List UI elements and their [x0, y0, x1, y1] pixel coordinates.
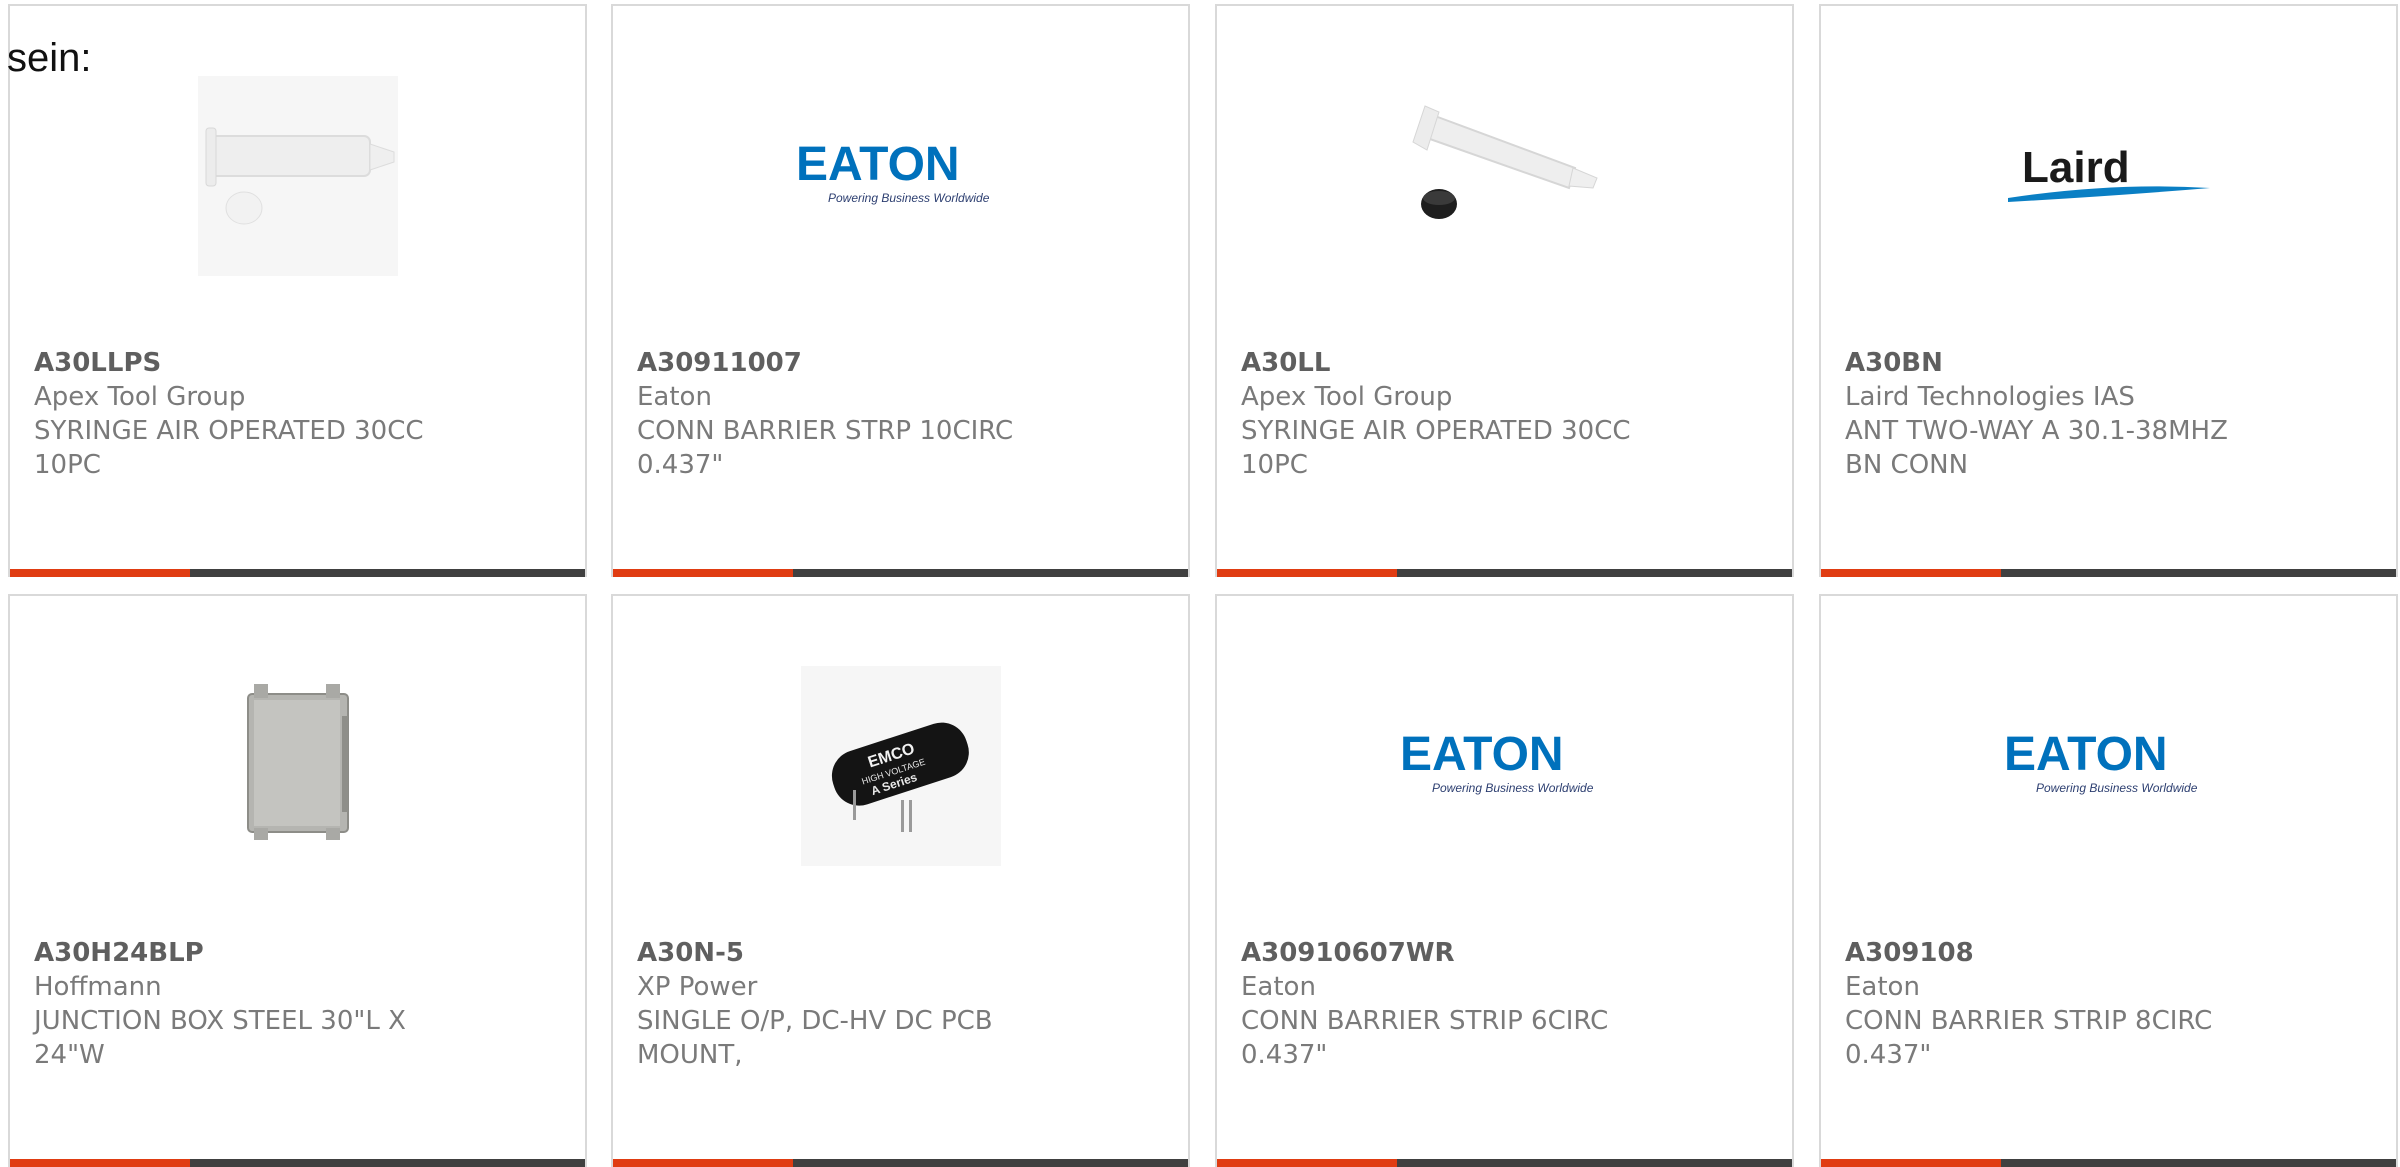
product-card[interactable]: EMCO HIGH VOLTAGE A Series A30N-5 XP Pow…	[611, 594, 1190, 1167]
part-number[interactable]: A30910607WR	[1241, 936, 1768, 970]
card-accent-bar	[10, 1159, 585, 1167]
description: SYRINGE AIR OPERATED 30CC 10PC	[34, 416, 424, 480]
product-card[interactable]: EATON Powering Business Worldwide A30910…	[1819, 594, 2398, 1167]
manufacturer: Laird Technologies IAS	[1845, 382, 2135, 412]
card-accent-bar	[1217, 1159, 1792, 1167]
eaton-tagline: Powering Business Worldwide	[828, 191, 990, 205]
eaton-logo-icon: EATON Powering Business Worldwide	[796, 138, 990, 205]
description: SYRINGE AIR OPERATED 30CC 10PC	[1241, 416, 1631, 480]
eaton-wordmark: EATON	[796, 138, 960, 191]
product-image: EMCO HIGH VOLTAGE A Series	[613, 656, 1188, 876]
product-image	[1217, 66, 1792, 286]
product-card[interactable]: EATON Powering Business Worldwide A30911…	[611, 4, 1190, 577]
part-number[interactable]: A30BN	[1845, 346, 2372, 380]
product-image: EATON Powering Business Worldwide	[613, 66, 1188, 286]
product-card[interactable]: A30LLPS Apex Tool Group SYRINGE AIR OPER…	[8, 4, 587, 577]
part-number[interactable]: A309108	[1845, 936, 2372, 970]
product-image	[10, 66, 585, 286]
card-accent-bar	[10, 569, 585, 577]
eaton-wordmark: EATON	[2004, 728, 2168, 781]
syringe-icon	[1404, 76, 1605, 276]
product-image: EATON Powering Business Worldwide	[1821, 656, 2396, 876]
product-card[interactable]: A30H24BLP Hoffmann JUNCTION BOX STEEL 30…	[8, 594, 587, 1167]
card-accent-bar	[613, 569, 1188, 577]
product-card[interactable]: Laird A30BN Laird Technologies IAS ANT T…	[1819, 4, 2398, 577]
card-accent-bar	[613, 1159, 1188, 1167]
product-card[interactable]: EATON Powering Business Worldwide A30910…	[1215, 594, 1794, 1167]
manufacturer: Apex Tool Group	[1241, 382, 1453, 412]
description: CONN BARRIER STRP 10CIRC 0.437"	[637, 416, 1014, 480]
product-image	[10, 656, 585, 876]
manufacturer: Eaton	[1845, 972, 1920, 1002]
laird-wordmark: Laird	[2022, 143, 2130, 192]
junction-box-icon	[197, 666, 398, 866]
card-accent-bar	[1821, 569, 2396, 577]
card-accent-bar	[1821, 1159, 2396, 1167]
product-image: EATON Powering Business Worldwide	[1217, 656, 1792, 876]
description: SINGLE O/P, DC-HV DC PCB MOUNT,	[637, 1006, 993, 1070]
card-accent-bar	[1217, 569, 1792, 577]
description: CONN BARRIER STRIP 8CIRC 0.437"	[1845, 1006, 2213, 1070]
section-heading: sein:	[7, 36, 92, 80]
part-number[interactable]: A30H24BLP	[34, 936, 561, 970]
product-image: Laird	[1821, 66, 2396, 286]
product-card[interactable]: A30LL Apex Tool Group SYRINGE AIR OPERAT…	[1215, 4, 1794, 577]
manufacturer: Eaton	[1241, 972, 1316, 1002]
syringe-icon	[197, 76, 398, 276]
part-number[interactable]: A30LL	[1241, 346, 1768, 380]
eaton-wordmark: EATON	[1400, 728, 1564, 781]
description: CONN BARRIER STRIP 6CIRC 0.437"	[1241, 1006, 1609, 1070]
eaton-logo-icon: EATON Powering Business Worldwide	[2004, 728, 2198, 795]
manufacturer: Apex Tool Group	[34, 382, 246, 412]
manufacturer: Eaton	[637, 382, 712, 412]
eaton-tagline: Powering Business Worldwide	[2036, 781, 2198, 795]
eaton-logo-icon: EATON Powering Business Worldwide	[1400, 728, 1594, 795]
eaton-tagline: Powering Business Worldwide	[1432, 781, 1594, 795]
manufacturer: Hoffmann	[34, 972, 162, 1002]
part-number[interactable]: A30LLPS	[34, 346, 561, 380]
manufacturer: XP Power	[637, 972, 758, 1002]
part-number[interactable]: A30911007	[637, 346, 1164, 380]
description: ANT TWO-WAY A 30.1-38MHZ BN CONN	[1845, 416, 2228, 480]
laird-logo-icon: Laird	[2007, 143, 2210, 202]
emco-module-icon: EMCO HIGH VOLTAGE A Series	[800, 666, 1001, 866]
part-number[interactable]: A30N-5	[637, 936, 1164, 970]
description: JUNCTION BOX STEEL 30"L X 24"W	[34, 1006, 406, 1070]
